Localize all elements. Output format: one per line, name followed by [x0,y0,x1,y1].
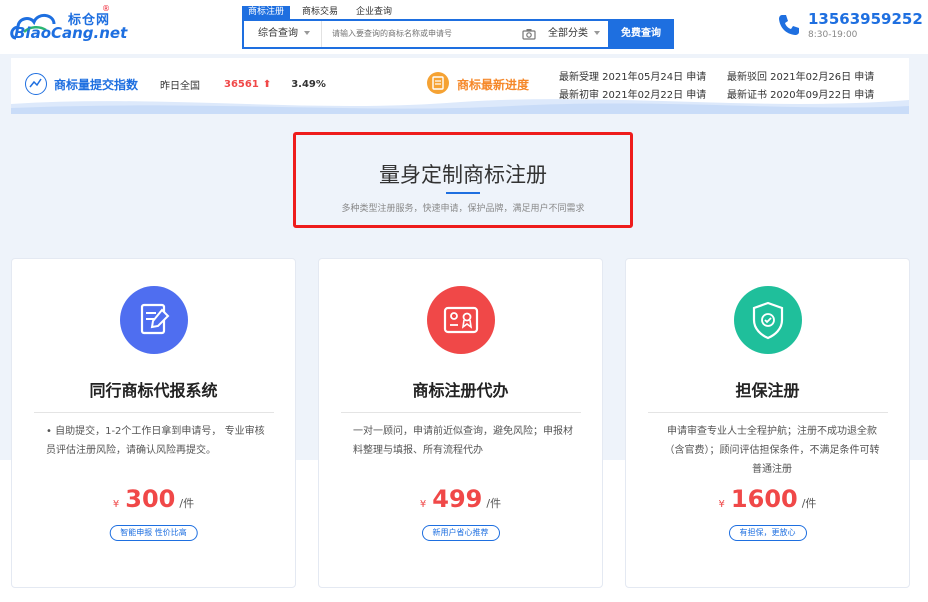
card-tag[interactable]: 新用户省心推荐 [421,525,500,541]
card-description: • 自助提交，1-2个工作日拿到申请号， 专业审核员评估注册风险，请确认风险再提… [46,426,265,456]
card-price: ¥300/件 [12,485,295,513]
price-value: 1600 [730,485,798,513]
price-unit: /件 [179,497,195,510]
card-description: 申请审查专业人士全程护航；注册不成功退全款（含官费）；顾问评估担保条件，不满足条… [664,426,880,475]
camera-icon[interactable] [522,28,536,40]
title-underline [446,192,480,194]
card-tag[interactable]: 智能申报 性价比高 [109,525,198,541]
stats-label: 昨日全国 [160,80,201,92]
card-title: 商标注册代办 [412,381,509,400]
chevron-down-icon [304,31,310,35]
progress-list-icon [427,72,449,94]
submission-index: 商标量提交指数 昨日全国 36561 ⬆ 3.49% [25,72,326,96]
logo-en-text: BiaoCang.net [14,24,128,42]
currency-symbol: ¥ [718,499,725,510]
page-subtitle: 多种类型注册服务，快速申请，保护品牌，满足用户不同需求 [341,204,585,214]
stats-count: 36561 [224,78,259,90]
service-card-agency[interactable]: 商标注册代办 一对一顾问，申请前近似查询，避免风险；申报材料整理与填报、所有流程… [318,258,603,588]
price-unit: /件 [486,497,502,510]
card-description: 一对一顾问，申请前近似查询，避免风险；申报材料整理与填报、所有流程代办 [353,426,573,456]
document-edit-icon [120,286,188,354]
progress-item-certificate[interactable]: 最新证书 2020年09月22日 申请 [727,86,874,101]
search-box: 综合查询 全部分类 免费查询 [242,19,674,49]
id-card-icon [427,286,495,354]
registered-mark: ® [102,4,110,13]
service-card-agent-system[interactable]: 同行商标代报系统 • 自助提交，1-2个工作日拿到申请号， 专业审核员评估注册风… [11,258,296,588]
currency-symbol: ¥ [112,499,120,510]
card-price: ¥499/件 [319,485,602,513]
site-header: 标仓网 ® BiaoCang.net 商标注册 商标交易 企业查询 综合查询 全… [0,0,928,54]
chevron-down-icon [594,31,600,35]
site-logo[interactable]: 标仓网 ® BiaoCang.net [10,4,127,46]
arrow-up-icon: ⬆ [262,78,272,90]
search-type-label: 综合查询 [258,28,298,39]
card-divider [34,412,274,413]
search-category-label: 全部分类 [548,28,588,39]
phone-icon [779,15,799,35]
tab-company-search[interactable]: 企业查询 [350,6,398,19]
card-divider [648,412,888,413]
card-title: 担保注册 [735,381,800,400]
phone-number[interactable]: 13563959252 [808,10,923,28]
phone-hours: 8:30-19:00 [808,30,858,40]
progress-item-accepted[interactable]: 最新受理 2021年05月24日 申请 [559,68,706,83]
stats-percent: 3.49% [291,78,326,90]
progress-title: 商标最新进度 [457,78,530,92]
card-title: 同行商标代报系统 [89,381,218,400]
price-value: 499 [432,485,483,513]
progress-item-rejected[interactable]: 最新驳回 2021年02月26日 申请 [727,68,874,83]
card-tag[interactable]: 有担保，更放心 [728,525,807,541]
stats-title: 商标量提交指数 [54,77,139,92]
search-category-select[interactable]: 全部分类 [548,21,608,47]
price-unit: /件 [801,497,817,510]
tab-trademark-registration[interactable]: 商标注册 [242,6,291,19]
tab-trademark-trading[interactable]: 商标交易 [296,6,344,19]
headline-section: 量身定制商标注册 多种类型注册服务，快速申请，保护品牌，满足用户不同需求 [293,132,633,228]
search-tabs: 商标注册 商标交易 企业查询 [242,6,404,19]
search-input[interactable] [332,21,512,47]
card-price: ¥1600/件 [626,485,909,513]
card-divider [341,412,581,413]
search-type-select[interactable]: 综合查询 [244,21,322,47]
search-button[interactable]: 免费查询 [608,19,674,49]
shield-check-icon [734,286,802,354]
currency-symbol: ¥ [419,499,427,510]
page-title: 量身定制商标注册 [379,163,547,187]
trend-chart-icon [25,73,47,95]
service-card-guaranteed[interactable]: 担保注册 申请审查专业人士全程护航；注册不成功退全款（含官费）；顾问评估担保条件… [625,258,910,588]
price-value: 300 [125,485,176,513]
stats-bar: 商标量提交指数 昨日全国 36561 ⬆ 3.49% 商标最新进度 最新受理 2… [11,58,909,114]
progress-item-preliminary[interactable]: 最新初审 2021年02月22日 申请 [559,86,706,101]
